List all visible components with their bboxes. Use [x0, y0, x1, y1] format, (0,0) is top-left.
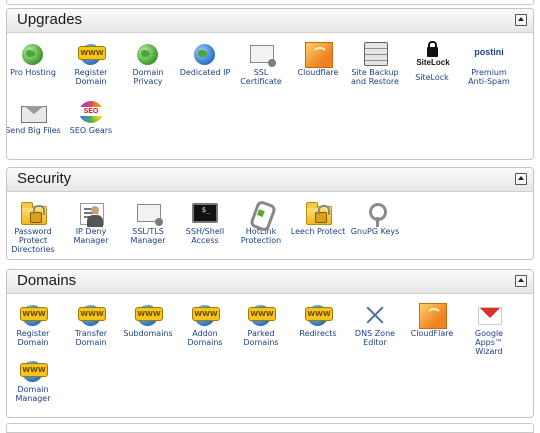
collapse-upgrades-button[interactable]: [515, 14, 527, 26]
dedicated-ip-link[interactable]: Dedicated IP: [177, 41, 233, 77]
collapse-security-button[interactable]: [515, 173, 527, 185]
register-domain-link[interactable]: Register Domain: [7, 302, 61, 347]
gnupg-keys-link[interactable]: GnuPG Keys: [347, 200, 403, 236]
dns-zone-editor-link[interactable]: DNS Zone Editor: [347, 302, 403, 347]
envelope-icon: [19, 99, 47, 125]
ssl-certificate-link[interactable]: SSL Certificate: [233, 41, 289, 86]
google-apps-wizard-label: Google Apps™ Wizard: [474, 329, 504, 356]
transfer-domain-label: Transfer Domain: [74, 329, 108, 347]
parked-domains-label: Parked Domains: [243, 329, 279, 347]
pro-hosting-label: Pro Hosting: [10, 68, 56, 77]
transfer-domain-link[interactable]: Transfer Domain: [63, 302, 119, 347]
domains-panel-header: Domains: [7, 270, 533, 294]
ip-deny-manager-link[interactable]: IP Deny Manager: [63, 200, 119, 245]
seo-gears-icon: [77, 99, 105, 125]
redirects-label: Redirects: [299, 329, 337, 338]
postini-logo-text: postini: [474, 47, 504, 57]
cloudflare-upgrade-link[interactable]: Cloudflare: [290, 41, 346, 77]
domain-manager-label: Domain Manager: [15, 385, 51, 403]
sitelock-icon: SiteLock: [416, 41, 450, 67]
addon-domains-link[interactable]: Addon Domains: [177, 302, 233, 347]
privacy-globe-icon: [134, 41, 162, 67]
dns-tool-icon: [361, 302, 389, 328]
upgrades-register-domain-link[interactable]: Register Domain: [63, 41, 119, 86]
ssl-tls-manager-label: SSL/TLS Manager: [130, 227, 166, 245]
www-transfer-icon: [77, 302, 106, 328]
upgrades-panel: Upgrades Pro Hosting Register Domain Dom…: [6, 8, 534, 160]
leech-protect-label: Leech Protect: [290, 227, 346, 236]
cloudflare-domains-label: CloudFlare: [410, 329, 454, 338]
dedicated-ip-label: Dedicated IP: [179, 68, 231, 77]
security-panel: Security Password Protect Directories IP…: [6, 167, 534, 260]
www-parked-icon: [247, 302, 276, 328]
domains-panel-title: Domains: [17, 272, 77, 289]
ip-deny-person-icon: [77, 200, 105, 227]
certificate-icon: [247, 41, 276, 67]
backup-server-icon: [361, 41, 389, 67]
seo-gears-link[interactable]: SEO Gears: [63, 99, 119, 135]
www-globe-icon: [77, 41, 106, 67]
cloudflare-domains-link[interactable]: CloudFlare: [404, 302, 460, 338]
www-globe-icon: [19, 358, 48, 384]
sitelock-label: SiteLock: [415, 73, 449, 82]
redirects-link[interactable]: Redirects: [290, 302, 346, 338]
security-panel-header: Security: [7, 168, 533, 192]
domain-manager-link[interactable]: Domain Manager: [7, 358, 61, 403]
terminal-icon: [191, 200, 219, 226]
addon-domains-label: Addon Domains: [187, 329, 223, 347]
cloudflare-upgrade-label: Cloudflare: [297, 68, 339, 77]
cloudflare-icon: [418, 302, 447, 329]
cloudflare-icon: [304, 41, 333, 68]
sitelock-link[interactable]: SiteLock SiteLock: [404, 41, 460, 82]
ip-deny-manager-label: IP Deny Manager: [73, 227, 109, 245]
subdomains-label: Subdomains: [123, 329, 173, 338]
sitelock-logo-text: SiteLock: [416, 58, 450, 67]
leech-protect-link[interactable]: Leech Protect: [290, 200, 346, 236]
ssh-shell-access-link[interactable]: SSH/Shell Access: [177, 200, 233, 245]
send-big-files-link[interactable]: Send Big Files: [6, 99, 61, 135]
domain-privacy-link[interactable]: Domain Privacy: [120, 41, 176, 86]
password-protect-directories-label: Password Protect Directories: [11, 227, 55, 254]
security-panel-title: Security: [17, 170, 72, 187]
premium-anti-spam-link[interactable]: postini Premium Anti-Spam: [461, 41, 517, 86]
domain-privacy-label: Domain Privacy: [132, 68, 164, 86]
password-protect-directories-link[interactable]: Password Protect Directories: [7, 200, 61, 254]
locked-folder-icon: [19, 200, 47, 226]
google-apps-wizard-link[interactable]: Google Apps™ Wizard: [461, 302, 517, 356]
pro-globe-icon: [19, 41, 47, 67]
dns-zone-editor-label: DNS Zone Editor: [354, 329, 396, 347]
ssl-tls-manager-link[interactable]: SSL/TLS Manager: [120, 200, 176, 245]
domains-panel: Domains Register Domain Transfer Domain …: [6, 269, 534, 418]
dedicated-ip-icon: [191, 41, 219, 67]
previous-panel-bottom-edge: [6, 0, 534, 5]
leech-folder-icon: [304, 200, 332, 226]
site-backup-restore-label: Site Backup and Restore: [351, 68, 399, 86]
hotlink-protection-link[interactable]: HotLink Protection: [233, 199, 289, 245]
www-globe-icon: [19, 302, 48, 328]
parked-domains-link[interactable]: Parked Domains: [233, 302, 289, 347]
www-subdomains-icon: [134, 302, 163, 328]
upgrades-panel-header: Upgrades: [7, 9, 533, 33]
hotlink-chain-icon: [247, 199, 278, 233]
next-panel-top-edge: [6, 423, 534, 433]
upgrades-register-domain-label: Register Domain: [74, 68, 108, 86]
upgrades-panel-title: Upgrades: [17, 11, 83, 28]
www-redirects-icon: [304, 302, 333, 328]
ssl-certificate-label: SSL Certificate: [240, 68, 282, 86]
register-domain-label: Register Domain: [16, 329, 50, 347]
gmail-icon: [475, 302, 503, 328]
subdomains-link[interactable]: Subdomains: [120, 302, 176, 338]
seo-gears-label: SEO Gears: [69, 126, 113, 135]
send-big-files-label: Send Big Files: [6, 126, 61, 135]
pro-hosting-link[interactable]: Pro Hosting: [7, 41, 61, 77]
keys-icon: [361, 200, 389, 227]
collapse-domains-button[interactable]: [515, 275, 527, 287]
www-addon-icon: [191, 302, 220, 328]
postini-icon: postini: [474, 41, 504, 67]
gnupg-keys-label: GnuPG Keys: [350, 227, 400, 236]
site-backup-restore-link[interactable]: Site Backup and Restore: [347, 41, 403, 86]
ssh-shell-access-label: SSH/Shell Access: [185, 227, 225, 245]
premium-anti-spam-label: Premium Anti-Spam: [468, 68, 510, 86]
ssl-tls-icon: [134, 200, 163, 226]
